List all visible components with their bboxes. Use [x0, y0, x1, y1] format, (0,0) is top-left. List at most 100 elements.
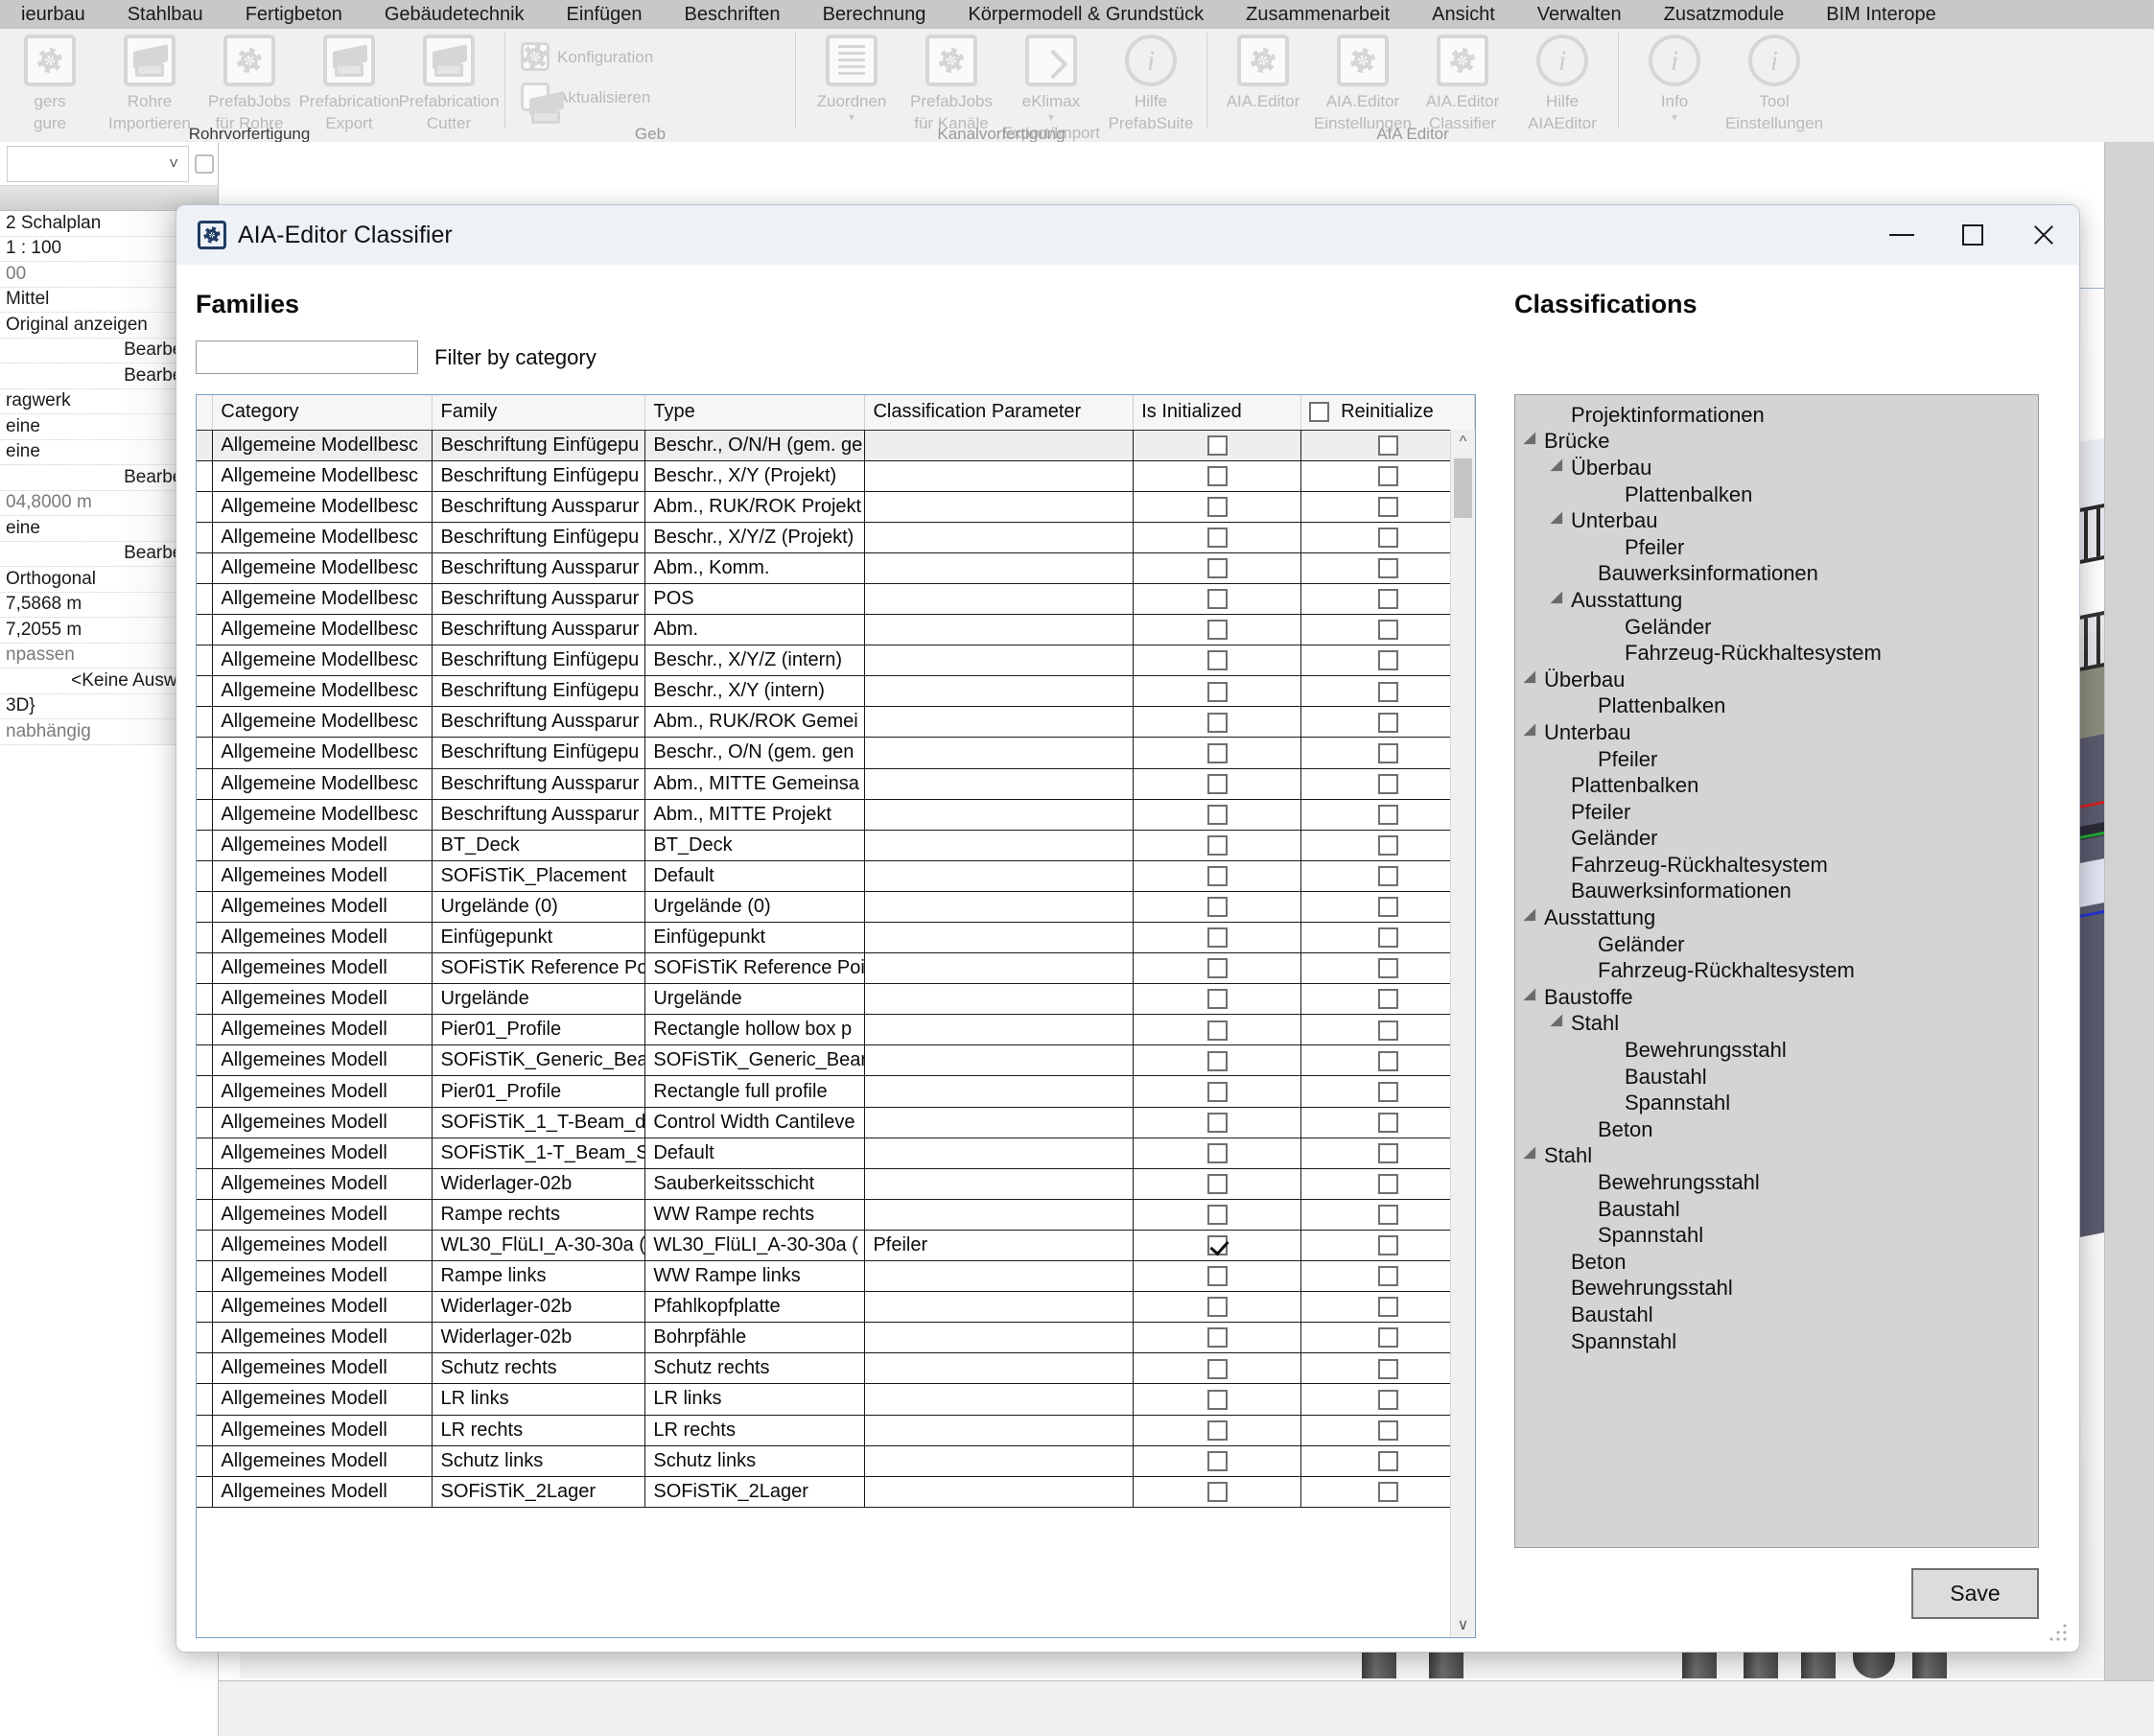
cell-category[interactable]: Allgemeine Modellbesc	[212, 675, 433, 708]
table-row[interactable]: Allgemeines Modell Einfügepunkt Einfügepun…	[197, 922, 1475, 954]
ribbon-panel-area[interactable]: gers gure Rohre Importieren PrefabJobs für Ro…	[0, 29, 2154, 143]
cell-classification-parameter[interactable]	[864, 522, 1135, 553]
is-initialized-checkbox-cell[interactable]	[1133, 1260, 1302, 1293]
is-initialized-checkbox-cell[interactable]	[1133, 614, 1302, 646]
row-gutter[interactable]	[197, 1138, 214, 1169]
cell-classification-parameter[interactable]	[864, 983, 1135, 1016]
tree-item-br-cke[interactable]: Brücke	[1515, 429, 2038, 456]
cell-category[interactable]: Allgemeine Modellbesc	[212, 430, 433, 461]
tree-item-unterbau[interactable]: Unterbau	[1515, 719, 2038, 746]
cell-category[interactable]: Allgemeine Modellbesc	[212, 491, 433, 523]
is-initialized-checkbox-cell[interactable]	[1133, 1138, 1302, 1169]
cell-type[interactable]: Abm.	[644, 614, 866, 646]
reinitialize-checkbox[interactable]	[1377, 1205, 1398, 1226]
reinitialize-checkbox-cell[interactable]	[1300, 614, 1475, 646]
type-selector-row[interactable]: ˅	[0, 142, 218, 186]
is-initialized-checkbox[interactable]	[1206, 1112, 1228, 1133]
is-initialized-checkbox[interactable]	[1206, 528, 1228, 549]
row-gutter[interactable]	[197, 706, 214, 739]
is-initialized-checkbox[interactable]	[1206, 1297, 1228, 1318]
row-gutter[interactable]	[197, 1044, 214, 1077]
row-gutter[interactable]	[197, 522, 214, 553]
tree-item-gel-nder[interactable]: Geländer	[1515, 931, 2038, 958]
row-gutter[interactable]	[197, 430, 214, 461]
row-gutter[interactable]	[197, 1322, 214, 1354]
reinitialize-checkbox-cell[interactable]	[1300, 922, 1475, 954]
reinitialize-checkbox-cell[interactable]	[1300, 1199, 1475, 1231]
cell-type[interactable]: Beschr., O/N (gem. gen	[644, 737, 866, 769]
ribbon-tab-4[interactable]: Einfügen	[546, 0, 664, 29]
tree-item-beton[interactable]: Beton	[1515, 1249, 2038, 1276]
cell-family[interactable]: WL30_FlüLI_A-30-30a (	[432, 1230, 646, 1262]
cell-type[interactable]: WW Rampe rechts	[644, 1199, 866, 1231]
ribbon-button-0-0[interactable]: gers gure	[0, 29, 100, 134]
table-row[interactable]: Allgemeines Modell LR rechts LR rechts	[197, 1415, 1475, 1446]
is-initialized-checkbox-cell[interactable]	[1133, 891, 1302, 924]
cell-classification-parameter[interactable]	[864, 891, 1135, 924]
tree-item-spannstahl[interactable]: Spannstahl	[1515, 1222, 2038, 1249]
reinitialize-checkbox-cell[interactable]	[1300, 1138, 1475, 1169]
cell-family[interactable]: Widerlager-02b	[432, 1168, 646, 1200]
is-initialized-checkbox-cell[interactable]	[1133, 799, 1302, 831]
cell-category[interactable]: Allgemeine Modellbesc	[212, 706, 433, 739]
is-initialized-checkbox-cell[interactable]	[1133, 1107, 1302, 1138]
cell-type[interactable]: Bohrpfähle	[644, 1322, 866, 1354]
is-initialized-checkbox[interactable]	[1206, 958, 1228, 979]
cell-type[interactable]: Rectangle full profile	[644, 1075, 866, 1108]
expand-collapse-triangle-icon[interactable]	[1550, 458, 1569, 478]
cell-classification-parameter[interactable]	[864, 583, 1135, 616]
expand-collapse-triangle-icon[interactable]	[1523, 988, 1542, 1007]
table-row[interactable]: Allgemeines Modell SOFiSTiK_2Lager SOFiSTi…	[197, 1476, 1475, 1508]
save-button[interactable]: Save	[1911, 1568, 2039, 1619]
row-gutter[interactable]	[197, 460, 214, 492]
table-row[interactable]: Allgemeines Modell Schutz links Schutz lin…	[197, 1445, 1475, 1477]
reinitialize-checkbox-cell[interactable]	[1300, 860, 1475, 892]
reinitialize-checkbox[interactable]	[1377, 897, 1398, 918]
cell-family[interactable]: Beschriftung Aussparur	[432, 799, 646, 831]
tree-item-bauwerksinformationen[interactable]: Bauwerksinformationen	[1515, 879, 2038, 905]
expand-collapse-triangle-icon[interactable]	[1523, 1146, 1542, 1165]
expand-collapse-triangle-icon[interactable]	[1550, 591, 1569, 610]
table-row[interactable]: Allgemeines Modell Widerlager-02b Bohrpfäh…	[197, 1322, 1475, 1354]
is-initialized-checkbox[interactable]	[1206, 1266, 1228, 1287]
close-button[interactable]	[2008, 205, 2079, 265]
is-initialized-checkbox[interactable]	[1206, 1358, 1228, 1379]
ribbon-button-2-0[interactable]: Zuordnen ▾	[802, 29, 901, 123]
ribbon-tab-6[interactable]: Berechnung	[802, 0, 948, 29]
minimize-button[interactable]	[1866, 205, 1937, 265]
is-initialized-checkbox[interactable]	[1206, 866, 1228, 887]
table-row[interactable]: Allgemeine Modellbesc Beschriftung Einfüg…	[197, 460, 1475, 492]
cell-family[interactable]: Schutz rechts	[432, 1352, 646, 1385]
table-row[interactable]: Allgemeine Modellbesc Beschriftung Ausspa…	[197, 583, 1475, 616]
cell-category[interactable]: Allgemeines Modell	[212, 922, 433, 954]
table-row[interactable]: Allgemeines Modell SOFiSTiK Reference Poi…	[197, 952, 1475, 985]
row-gutter[interactable]	[197, 1445, 214, 1477]
cell-family[interactable]: Beschriftung Aussparur	[432, 768, 646, 800]
cell-type[interactable]: Abm., RUK/ROK Projekt	[644, 491, 866, 523]
reinitialize-checkbox-cell[interactable]	[1300, 1230, 1475, 1262]
reinitialize-checkbox[interactable]	[1377, 1389, 1398, 1410]
reinitialize-checkbox-cell[interactable]	[1300, 491, 1475, 523]
is-initialized-checkbox-cell[interactable]	[1133, 1044, 1302, 1077]
is-initialized-checkbox-cell[interactable]	[1133, 1199, 1302, 1231]
cell-classification-parameter[interactable]	[864, 1322, 1135, 1354]
table-row[interactable]: Allgemeines Modell Rampe rechts WW Rampe r…	[197, 1199, 1475, 1231]
cell-category[interactable]: Allgemeines Modell	[212, 1322, 433, 1354]
table-row[interactable]: Allgemeines Modell SOFiSTiK_1_T-Beam_dc Co…	[197, 1107, 1475, 1138]
table-row[interactable]: Allgemeines Modell LR links LR links	[197, 1383, 1475, 1416]
cell-family[interactable]: Widerlager-02b	[432, 1291, 646, 1324]
reinitialize-checkbox[interactable]	[1377, 712, 1398, 733]
reinitialize-checkbox[interactable]	[1377, 1020, 1398, 1041]
cell-family[interactable]: LR rechts	[432, 1415, 646, 1446]
reinitialize-checkbox-cell[interactable]	[1300, 1044, 1475, 1077]
ribbon-button-4-0[interactable]: i Info ▾	[1625, 29, 1724, 123]
ribbon-tab-8[interactable]: Zusammenarbeit	[1225, 0, 1411, 29]
reinitialize-checkbox-cell[interactable]	[1300, 1476, 1475, 1508]
cell-classification-parameter[interactable]	[864, 645, 1135, 677]
row-gutter[interactable]	[197, 1230, 214, 1262]
is-initialized-checkbox-cell[interactable]	[1133, 706, 1302, 739]
row-gutter[interactable]	[197, 952, 214, 985]
row-gutter[interactable]	[197, 983, 214, 1016]
reinitialize-checkbox-cell[interactable]	[1300, 583, 1475, 616]
cell-type[interactable]: Einfügepunkt	[644, 922, 866, 954]
